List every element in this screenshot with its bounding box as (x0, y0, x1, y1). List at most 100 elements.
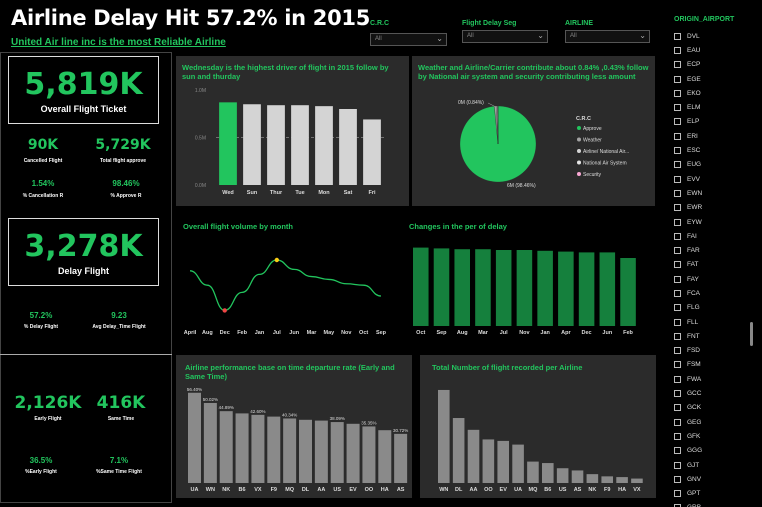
airport-option[interactable]: EGE (674, 72, 746, 86)
checkbox[interactable] (674, 175, 681, 183)
x-tick-label: MQ (528, 487, 538, 493)
airport-option-label: FAY (687, 275, 699, 283)
bar (495, 250, 512, 326)
airport-option[interactable]: ELP (674, 115, 746, 129)
x-tick-label: Sat (344, 190, 353, 196)
checkbox[interactable] (674, 418, 681, 426)
checkbox[interactable] (674, 232, 681, 240)
min-point (222, 308, 227, 313)
slicer-delay-seg[interactable]: All ⌄ (462, 30, 548, 43)
checkbox[interactable] (674, 318, 681, 326)
checkbox[interactable] (674, 218, 681, 226)
x-tick-label: Oct (359, 330, 368, 336)
x-tick-label: Jul (273, 330, 281, 336)
bar (616, 477, 628, 483)
airport-option[interactable]: DVL (674, 29, 746, 43)
airport-option[interactable]: FWA (674, 372, 746, 386)
slicer-airline[interactable]: All ⌄ (565, 30, 650, 43)
airport-option[interactable]: FSM (674, 358, 746, 372)
count-panel: Total Number of flight recorded per Airl… (420, 355, 656, 498)
airport-option[interactable]: EKO (674, 86, 746, 100)
airport-option[interactable]: GPT (674, 487, 746, 501)
checkbox[interactable] (674, 332, 681, 340)
airport-option[interactable]: ECP (674, 58, 746, 72)
checkbox[interactable] (674, 147, 681, 155)
checkbox[interactable] (674, 132, 681, 140)
checkbox[interactable] (674, 261, 681, 269)
checkbox[interactable] (674, 475, 681, 483)
checkbox[interactable] (674, 61, 681, 69)
airport-option[interactable]: GGG (674, 444, 746, 458)
checkbox[interactable] (674, 361, 681, 369)
airport-option[interactable]: EWR (674, 201, 746, 215)
checkbox[interactable] (674, 161, 681, 169)
airport-option[interactable]: GNV (674, 472, 746, 486)
airport-option[interactable]: EUG (674, 158, 746, 172)
checkbox[interactable] (674, 390, 681, 398)
x-tick-label: Jun (289, 330, 299, 336)
airport-option[interactable]: FLG (674, 301, 746, 315)
x-tick-label: May (324, 330, 336, 336)
airport-option[interactable]: EAU (674, 43, 746, 57)
airport-option-label: ERI (687, 132, 698, 140)
checkbox[interactable] (674, 304, 681, 312)
x-tick-label: UA (191, 487, 199, 493)
airport-option[interactable]: GJT (674, 458, 746, 472)
airport-option[interactable]: EVV (674, 172, 746, 186)
x-tick-label: Sun (247, 190, 258, 196)
checkbox[interactable] (674, 347, 681, 355)
bar (556, 468, 569, 483)
checkbox[interactable] (674, 204, 681, 212)
airport-option[interactable]: FNT (674, 329, 746, 343)
checkbox[interactable] (674, 461, 681, 469)
checkbox[interactable] (674, 189, 681, 197)
checkbox[interactable] (674, 490, 681, 498)
airport-option-label: GFK (687, 432, 701, 440)
airport-option-label: EWR (687, 204, 703, 212)
airport-option[interactable]: FCA (674, 286, 746, 300)
x-tick-label: F9 (604, 487, 610, 493)
slicer-crc[interactable]: All ⌄ (370, 33, 447, 46)
data-label: 40.34% (282, 412, 297, 417)
checkbox[interactable] (674, 75, 681, 83)
airport-option[interactable]: GEG (674, 415, 746, 429)
airport-option[interactable]: GCK (674, 401, 746, 415)
airport-option[interactable]: FSD (674, 344, 746, 358)
month-panel: Overall flight volume by month April Aug D… (176, 212, 400, 350)
checkbox[interactable] (674, 118, 681, 126)
checkbox[interactable] (674, 247, 681, 255)
bar (243, 104, 261, 185)
checkbox[interactable] (674, 404, 681, 412)
checkbox[interactable] (674, 104, 681, 112)
airport-option[interactable]: ELM (674, 100, 746, 114)
airport-option[interactable]: ESC (674, 143, 746, 157)
x-tick-label: Tue (295, 190, 304, 196)
airport-option[interactable]: GFK (674, 429, 746, 443)
airport-option[interactable]: FAR (674, 243, 746, 257)
legend-entry: Approve (583, 126, 602, 132)
airport-option[interactable]: EYW (674, 215, 746, 229)
checkbox[interactable] (674, 89, 681, 97)
checkbox[interactable] (674, 32, 681, 40)
airport-option[interactable]: FLL (674, 315, 746, 329)
airport-option[interactable]: FAT (674, 258, 746, 272)
airport-option-label: FNT (687, 332, 700, 340)
bar (251, 414, 265, 483)
x-tick-label: DL (302, 487, 310, 493)
checkbox[interactable] (674, 432, 681, 440)
checkbox[interactable] (674, 447, 681, 455)
kpi-cancelled-value: 90K (27, 137, 59, 153)
checkbox[interactable] (674, 275, 681, 283)
airport-option[interactable]: GRB (674, 501, 746, 507)
checkbox[interactable] (674, 375, 681, 383)
scrollbar-thumb[interactable] (750, 322, 753, 346)
airport-option[interactable]: FAY (674, 272, 746, 286)
kpi-overall-ticket-label: Overall Flight Ticket (40, 104, 127, 114)
x-tick-label: EV (500, 487, 508, 493)
airport-option[interactable]: GCC (674, 386, 746, 400)
airport-option[interactable]: ERI (674, 129, 746, 143)
airport-option[interactable]: FAI (674, 229, 746, 243)
checkbox[interactable] (674, 289, 681, 297)
checkbox[interactable] (674, 46, 681, 54)
airport-option[interactable]: EWN (674, 186, 746, 200)
